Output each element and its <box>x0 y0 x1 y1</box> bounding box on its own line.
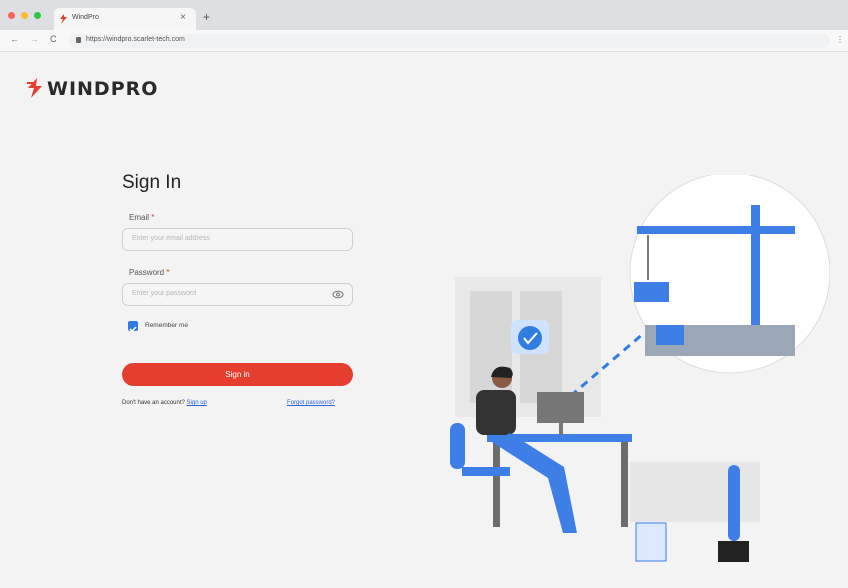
reload-icon[interactable]: C <box>50 34 57 44</box>
desk-leg <box>493 442 500 527</box>
desk-leg <box>621 442 628 527</box>
address-bar[interactable]: https://windpro.scarlet-tech.com <box>68 34 830 48</box>
sign-in-label: Sign in <box>225 370 250 379</box>
email-placeholder: Enter your email address <box>132 235 210 242</box>
remember-me-label[interactable]: Remember me <box>145 322 188 329</box>
chair-seat <box>462 467 510 476</box>
person-torso <box>476 390 516 435</box>
brand-logo[interactable]: WINDPRO <box>25 77 157 100</box>
close-window-button[interactable] <box>8 12 15 19</box>
office-construction-illustration <box>450 175 830 562</box>
password-label-text: Password <box>129 268 165 277</box>
browser-tab-windpro[interactable]: WindPro × <box>54 8 196 30</box>
tab-close-icon[interactable]: × <box>180 12 186 23</box>
password-label: Password * <box>129 268 169 277</box>
windpro-tab-icon <box>60 14 67 24</box>
chair-back <box>450 423 465 469</box>
browser-title-bar: WindPro × + <box>0 0 848 30</box>
password-placeholder: Enter your password <box>132 290 197 297</box>
waste-bin <box>635 522 667 562</box>
monitor <box>537 392 584 423</box>
minimize-window-button[interactable] <box>21 12 28 19</box>
browser-toolbar: ← → C https://windpro.scarlet-tech.com ⋮ <box>0 30 848 52</box>
person-leg <box>492 433 577 533</box>
windpro-bolt-icon <box>27 78 42 98</box>
url-text: https://windpro.scarlet-tech.com <box>86 36 185 43</box>
remember-me-checkbox[interactable] <box>128 321 138 333</box>
sign-in-button[interactable]: Sign in <box>122 363 353 386</box>
no-account-prefix: Don't have an account? <box>122 400 185 406</box>
email-label: Email * <box>129 213 154 222</box>
sign-up-link[interactable]: Sign up <box>187 400 207 406</box>
bookshelf <box>630 462 760 522</box>
browser-menu-icon[interactable]: ⋮ <box>836 35 844 44</box>
brand-name: WINDPRO <box>47 78 159 100</box>
blue-box <box>656 325 684 345</box>
page-title: Sign In <box>122 172 182 193</box>
check-icon-circle <box>518 326 542 350</box>
zoom-window-button[interactable] <box>34 12 41 19</box>
password-required-mark: * <box>166 268 170 277</box>
eye-icon[interactable] <box>332 290 344 299</box>
plant-pot <box>718 541 749 562</box>
no-account-text: Don't have an account? Sign up <box>122 400 207 406</box>
password-input[interactable]: Enter your password <box>122 283 353 306</box>
new-tab-icon[interactable]: + <box>203 10 210 24</box>
cactus <box>728 465 740 541</box>
monitor-stand <box>559 423 563 435</box>
email-label-text: Email <box>129 213 150 222</box>
hanging-container <box>634 282 669 302</box>
tab-title: WindPro <box>72 14 99 21</box>
back-icon[interactable]: ← <box>10 34 19 44</box>
check-icon <box>129 326 137 333</box>
browser-window: WindPro × + ← → C https://windpro.scarle… <box>0 0 848 588</box>
forgot-password-link[interactable]: Forgot password? <box>287 400 335 406</box>
forward-icon[interactable]: → <box>30 34 39 44</box>
email-input[interactable]: Enter your email address <box>122 228 353 251</box>
lock-icon <box>76 37 81 43</box>
email-required-mark: * <box>151 213 155 222</box>
